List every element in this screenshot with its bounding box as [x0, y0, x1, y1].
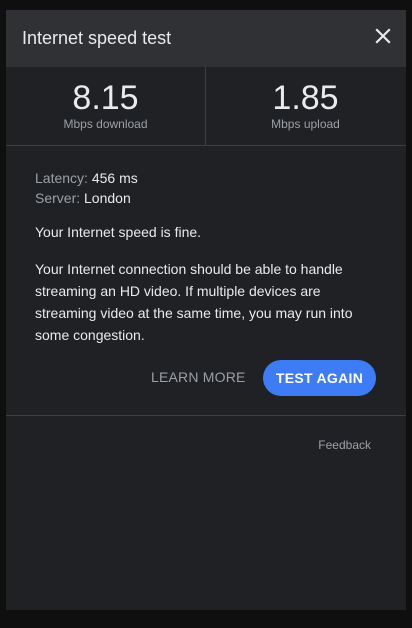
action-row: LEARN MORE TEST AGAIN	[6, 360, 406, 396]
upload-value: 1.85	[272, 79, 339, 117]
footer-divider	[6, 415, 406, 416]
server-line: Server: London	[35, 188, 380, 208]
upload-unit: Mbps upload	[271, 117, 340, 131]
close-button[interactable]	[374, 27, 392, 45]
download-stat: 8.15 Mbps download	[6, 67, 206, 145]
learn-more-button[interactable]: LEARN MORE	[151, 369, 246, 385]
latency-label: Latency:	[35, 170, 88, 186]
latency-value: 456 ms	[91, 170, 138, 186]
server-label: Server:	[35, 190, 81, 206]
server-value: London	[84, 190, 131, 206]
feedback-link[interactable]: Feedback	[318, 438, 371, 452]
download-unit: Mbps download	[63, 117, 148, 131]
close-icon	[375, 28, 391, 44]
test-again-button[interactable]: TEST AGAIN	[263, 360, 376, 396]
latency-line: Latency: 456 ms	[35, 168, 380, 188]
upload-stat: 1.85 Mbps upload	[206, 67, 405, 145]
speed-stats: 8.15 Mbps download 1.85 Mbps upload	[6, 67, 406, 146]
result-body: Latency: 456 ms Server: London Your Inte…	[35, 168, 380, 346]
download-value: 8.15	[72, 79, 139, 117]
speed-test-dialog: Internet speed test 8.15 Mbps download 1…	[6, 10, 406, 610]
dialog-title: Internet speed test	[22, 28, 172, 48]
speed-description: Your Internet connection should be able …	[35, 261, 353, 343]
speed-verdict: Your Internet speed is fine.	[35, 224, 202, 240]
dialog-header: Internet speed test	[6, 10, 406, 67]
